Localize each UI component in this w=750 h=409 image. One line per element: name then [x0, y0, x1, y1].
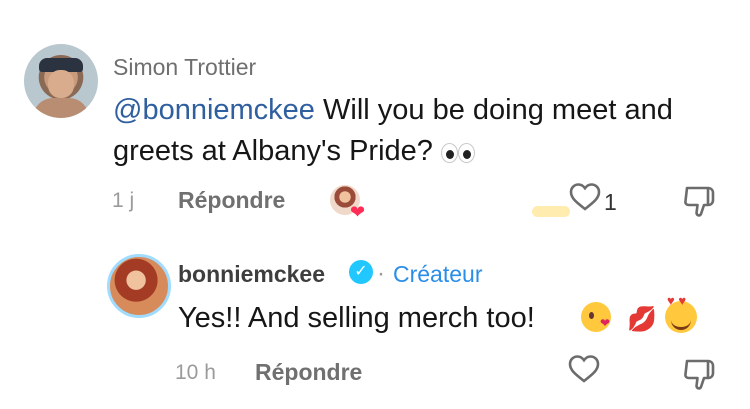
heart-outline-icon[interactable]: [567, 353, 601, 387]
creator-name[interactable]: bonniemckee: [178, 261, 325, 288]
like-count: 1: [604, 189, 617, 215]
heart-outline-icon[interactable]: [568, 181, 602, 215]
left-eye-shape: [440, 143, 458, 164]
reply-button[interactable]: Répondre: [178, 187, 285, 214]
comment-author-name[interactable]: Simon Trottier: [113, 54, 256, 81]
creator-badge-label: Créateur: [393, 261, 483, 287]
comment-timestamp: 1 j: [112, 189, 135, 212]
reply-message: Yes!! And selling merch too!: [178, 302, 535, 334]
comment-text: @bonniemckee Will you be doing meet and …: [113, 90, 733, 172]
creator-avatar[interactable]: [107, 254, 171, 318]
mention-link[interactable]: @bonniemckee: [113, 94, 315, 126]
thumbs-down-icon[interactable]: [681, 356, 719, 392]
lips-emoji: 💋: [627, 306, 657, 333]
decorative-highlight: [532, 206, 570, 217]
creator-heart-icon: ❤: [350, 202, 366, 222]
thumbs-down-icon[interactable]: [681, 183, 719, 219]
avatar-body-shape: [33, 98, 89, 118]
smiling-face-with-hearts-emoji: [665, 293, 697, 333]
avatar-face-shape: [48, 70, 74, 98]
verified-badge-icon: ✓: [349, 260, 373, 284]
comment-avatar[interactable]: [24, 44, 98, 118]
reply-button[interactable]: Répondre: [255, 359, 362, 386]
kiss-emoji: [581, 302, 611, 332]
badge-separator: ·: [377, 260, 385, 287]
right-eye-shape: [457, 143, 475, 164]
reply-timestamp: 10 h: [175, 361, 216, 384]
eyes-emoji: [440, 141, 475, 164]
